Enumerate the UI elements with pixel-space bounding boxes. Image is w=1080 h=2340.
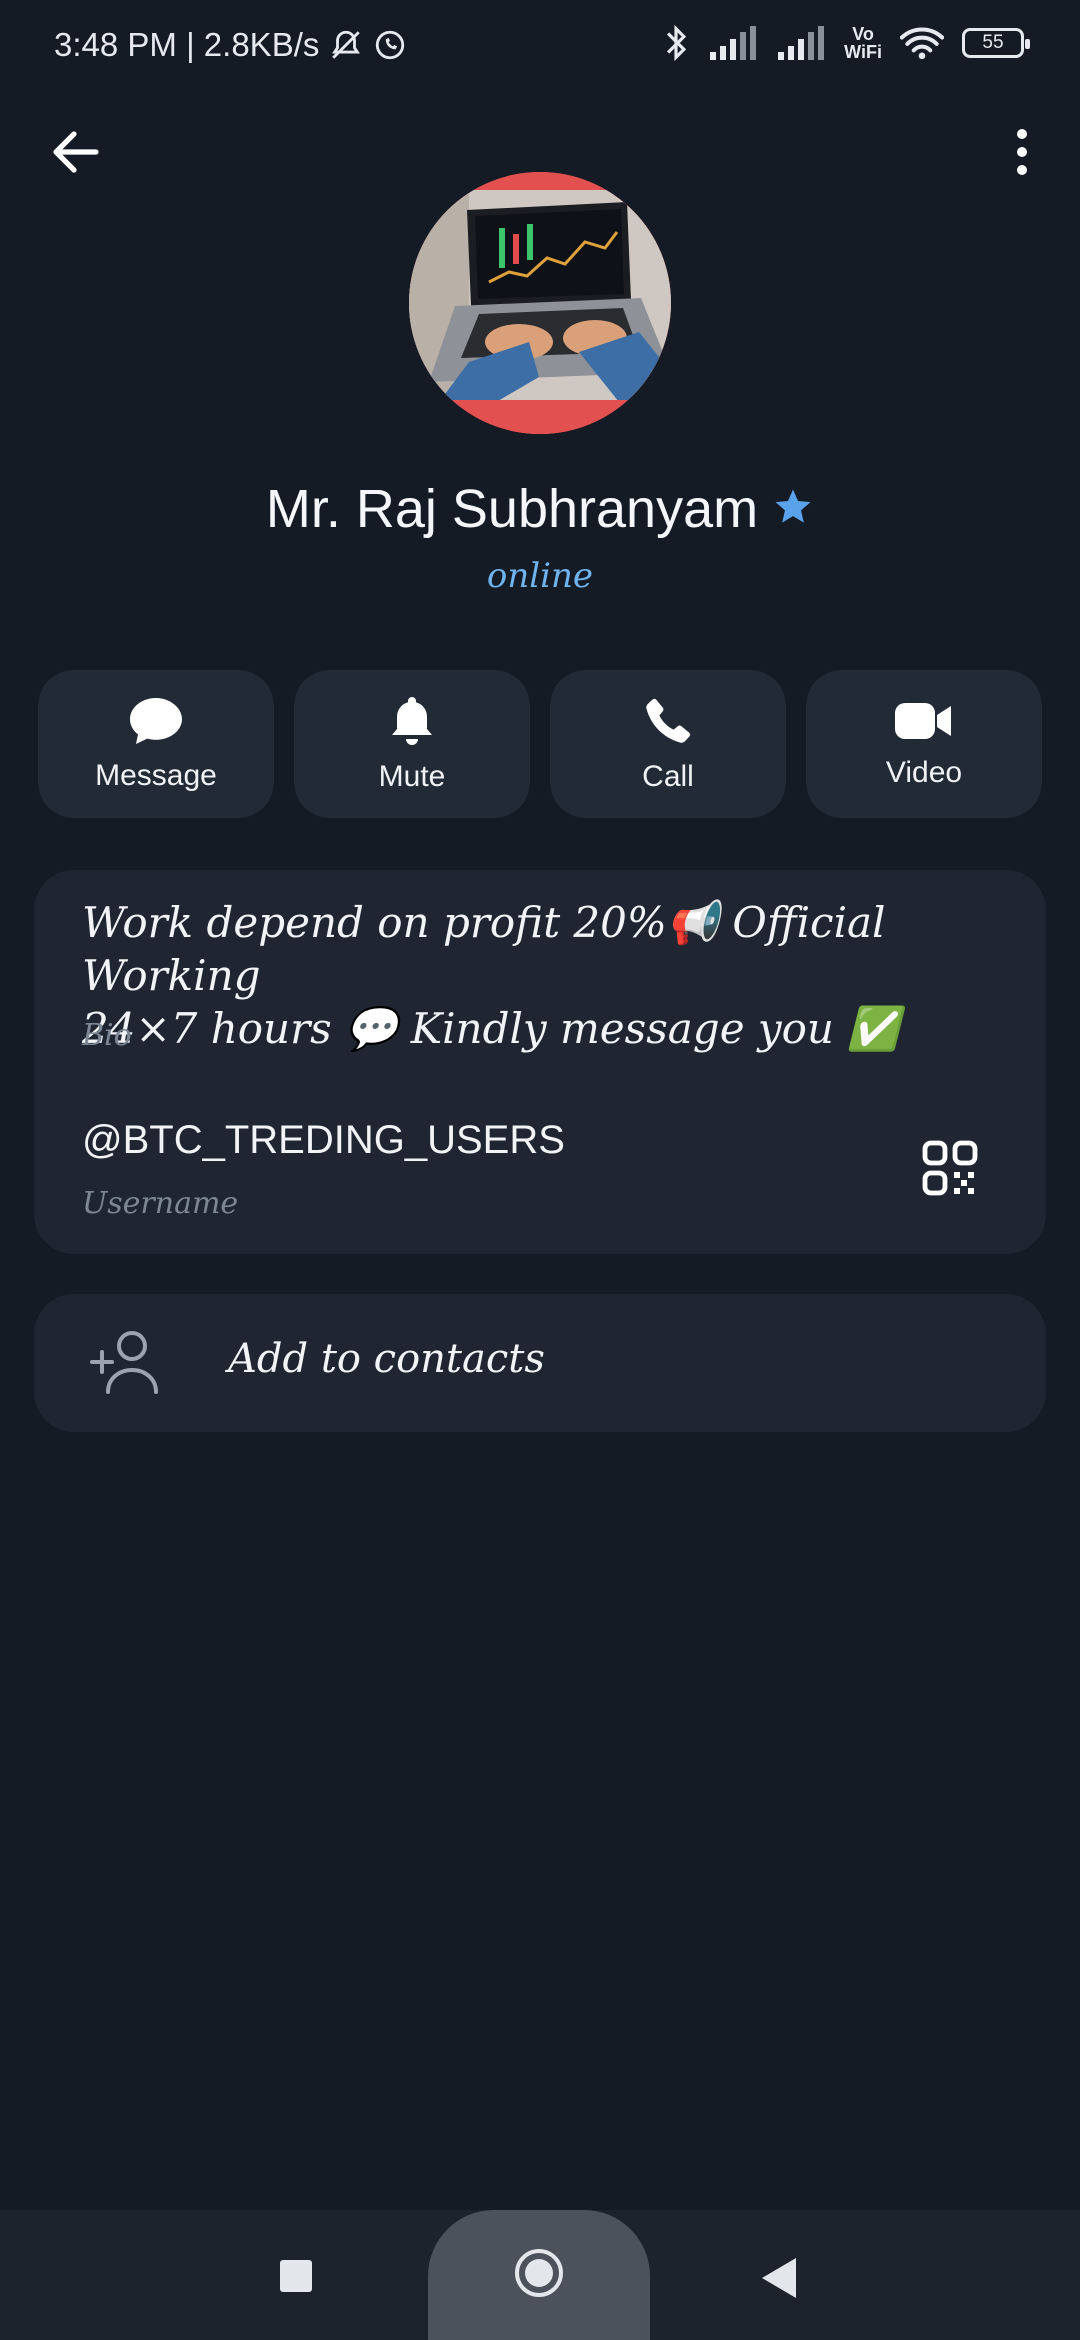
call-button[interactable]: Call xyxy=(550,670,786,818)
profile-name: Mr. Raj Subhranyam xyxy=(265,479,759,539)
video-icon xyxy=(893,699,955,748)
vowifi-top: Vo xyxy=(852,24,874,44)
mute-button[interactable]: Mute xyxy=(294,670,530,818)
bio-text[interactable]: Work depend on profit 20%📢 Official Work… xyxy=(82,896,1002,1055)
username-caption: Username xyxy=(82,1186,239,1221)
message-icon xyxy=(128,696,184,751)
home-button[interactable] xyxy=(428,2210,650,2340)
qr-code-button[interactable] xyxy=(920,1140,980,1200)
message-button[interactable]: Message xyxy=(38,670,274,818)
status-right: Vo WiFi 55 xyxy=(662,24,1030,62)
laptop-trading-photo xyxy=(409,172,671,434)
whatsapp-icon xyxy=(373,28,407,62)
avatar[interactable] xyxy=(409,172,671,434)
status-time-speed: 3:48 PM | 2.8KB/s xyxy=(54,26,320,63)
bluetooth-icon xyxy=(662,24,690,62)
star-icon xyxy=(772,486,814,533)
wifi-icon xyxy=(900,26,944,60)
home-circle-icon xyxy=(513,2247,565,2304)
video-label: Video xyxy=(885,755,963,789)
battery-indicator: 55 xyxy=(962,28,1030,58)
bio-line-2: 24×7 hours 💬 Kindly message you ✅ xyxy=(82,1004,900,1053)
bell-off-icon xyxy=(329,28,363,62)
add-to-contacts-button[interactable]: Add to contacts xyxy=(34,1294,1046,1432)
status-bar: 3:48 PM | 2.8KB/s Vo WiFi 55 xyxy=(0,0,1080,96)
arrow-left-icon xyxy=(52,130,100,179)
call-label: Call xyxy=(642,759,694,793)
qr-code-icon xyxy=(922,1140,978,1201)
nav-back-button[interactable] xyxy=(762,2258,796,2298)
bio-line-1: Work depend on profit 20%📢 Official Work… xyxy=(82,898,886,1000)
info-card: Work depend on profit 20%📢 Official Work… xyxy=(34,870,1046,1254)
username-value[interactable]: @BTC_TREDING_USERS xyxy=(82,1118,565,1163)
profile-name-row: Mr. Raj Subhranyam xyxy=(0,478,1080,540)
signal-1-icon xyxy=(708,26,758,60)
vowifi-bottom: WiFi xyxy=(844,42,882,62)
action-buttons: Message Mute Call Video xyxy=(38,670,1042,818)
bell-icon xyxy=(387,695,437,752)
bio-caption: Bio xyxy=(82,1018,132,1053)
online-status: online xyxy=(486,556,594,596)
recents-button[interactable] xyxy=(280,2260,312,2292)
add-person-icon xyxy=(88,1328,160,1396)
more-options-button[interactable] xyxy=(992,122,1052,186)
mute-label: Mute xyxy=(378,759,446,793)
phone-icon xyxy=(642,695,694,752)
vowifi-indicator: Vo WiFi xyxy=(844,25,882,61)
back-button[interactable] xyxy=(44,122,108,186)
more-vertical-icon xyxy=(1015,128,1029,181)
message-label: Message xyxy=(95,758,217,792)
video-button[interactable]: Video xyxy=(806,670,1042,818)
status-left: 3:48 PM | 2.8KB/s xyxy=(54,26,407,64)
add-to-contacts-label: Add to contacts xyxy=(228,1336,545,1382)
signal-2-icon xyxy=(776,26,826,60)
